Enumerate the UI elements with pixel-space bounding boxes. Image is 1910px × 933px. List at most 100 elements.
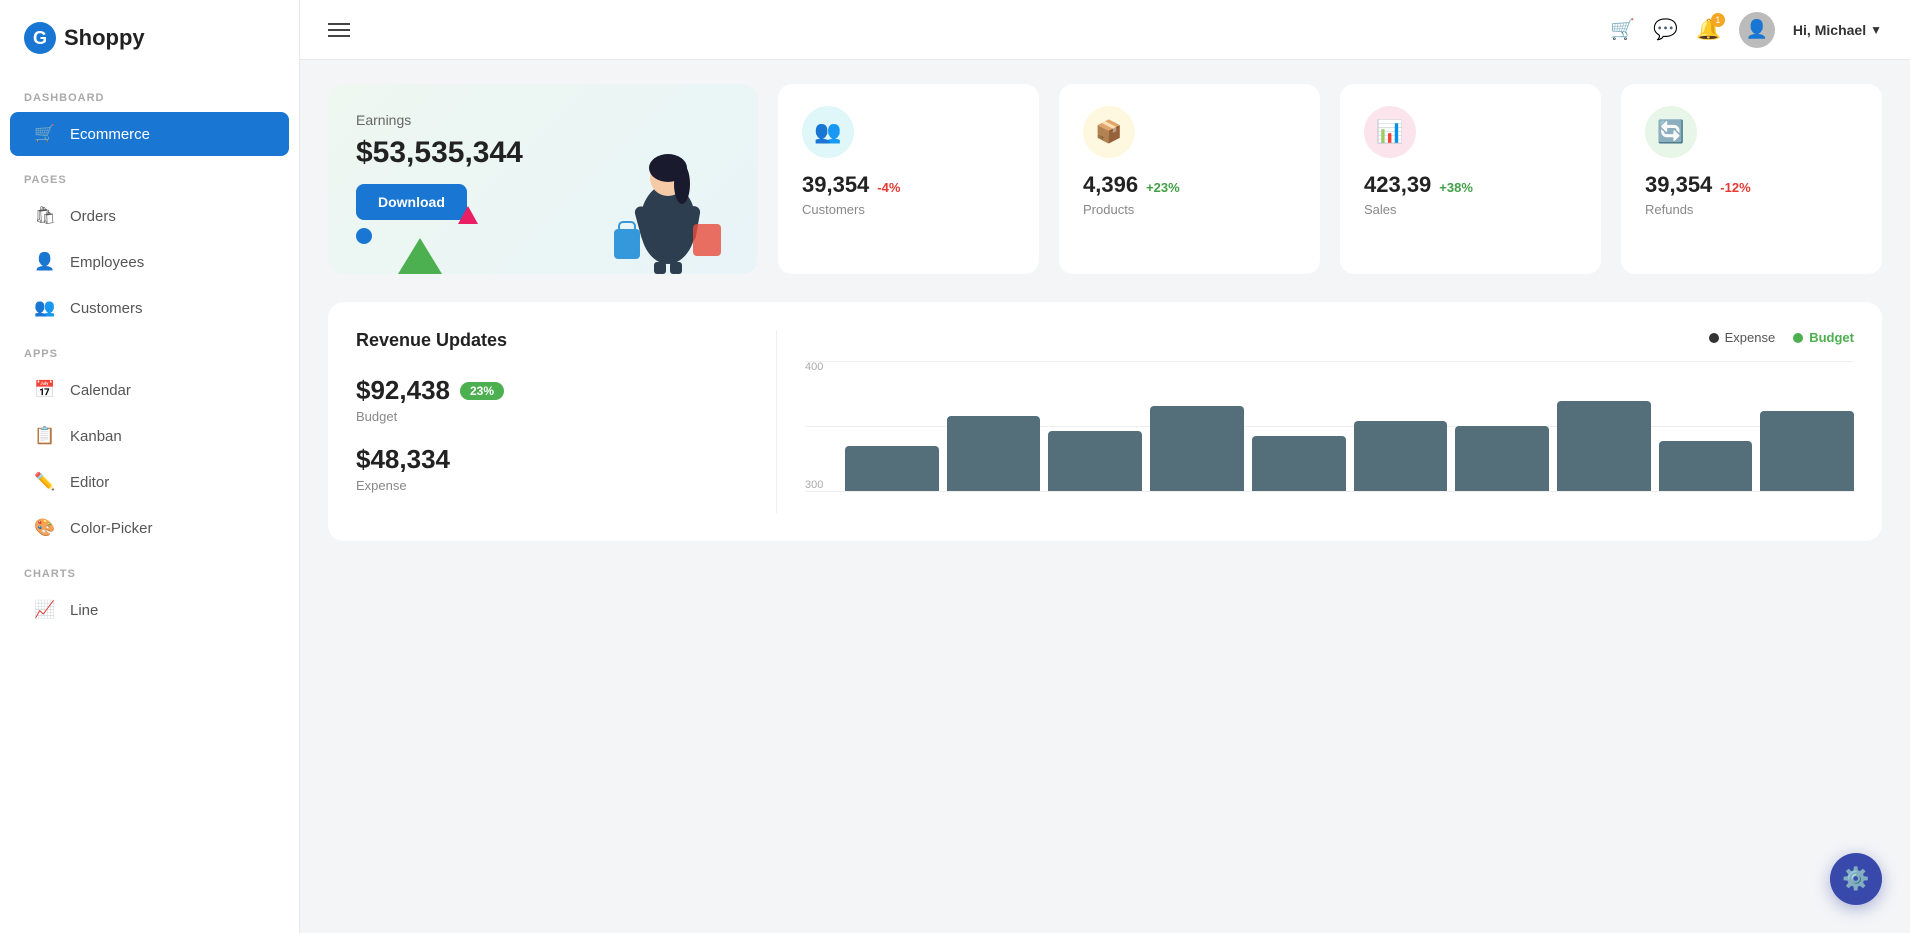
expense-name: Expense — [356, 478, 776, 493]
expense-dot — [1709, 333, 1719, 343]
bar-1 — [947, 416, 1041, 491]
customers-icon-circle: 👥 — [802, 106, 854, 158]
budget-badge: 23% — [460, 382, 504, 400]
stat-card-sales: 📊 423,39 +38% Sales — [1340, 84, 1601, 274]
grid-line-bottom — [805, 491, 1854, 492]
hamburger-button[interactable] — [328, 23, 350, 37]
content-area: Earnings $53,535,344 Download — [300, 60, 1910, 933]
chart-legend: Expense Budget — [805, 330, 1854, 345]
y-label-300: 300 — [805, 479, 823, 491]
sidebar-label-orders: Orders — [70, 208, 116, 225]
bar-0 — [845, 446, 939, 491]
bar-4 — [1252, 436, 1346, 491]
revenue-left: Revenue Updates $92,438 23% Budget $48,3… — [356, 330, 776, 513]
refunds-change: -12% — [1720, 180, 1750, 195]
customers-change: -4% — [877, 180, 900, 195]
earnings-label: Earnings — [356, 112, 730, 128]
bar-7 — [1557, 401, 1651, 491]
bar-6 — [1455, 426, 1549, 491]
sidebar-item-color-picker[interactable]: 🎨 Color-Picker — [10, 506, 289, 550]
sidebar-item-employees[interactable]: 👤 Employees — [10, 240, 289, 284]
calendar-icon: 📅 — [34, 380, 56, 400]
y-label-400: 400 — [805, 361, 823, 373]
products-value: 4,396 — [1083, 172, 1138, 198]
settings-fab[interactable]: ⚙️ — [1830, 853, 1882, 905]
sidebar: G Shoppy DASHBOARD 🛒 Ecommerce PAGES 🛍 Orders… — [0, 0, 300, 933]
sidebar-section-dashboard: DASHBOARD — [0, 76, 299, 110]
sidebar-label-color-picker: Color-Picker — [70, 520, 153, 537]
refunds-icon-circle: 🔄 — [1645, 106, 1697, 158]
customers-icon: 👥 — [814, 119, 841, 145]
sales-change: +38% — [1439, 180, 1473, 195]
refunds-icon: 🔄 — [1657, 119, 1684, 145]
sidebar-item-ecommerce[interactable]: 🛒 Ecommerce — [10, 112, 289, 156]
sidebar-label-employees: Employees — [70, 254, 144, 271]
legend-budget: Budget — [1793, 330, 1854, 345]
revenue-right: Expense Budget 400 300 — [776, 330, 1854, 513]
logo-text: Shoppy — [64, 25, 145, 51]
sidebar-item-kanban[interactable]: 📋 Kanban — [10, 414, 289, 458]
avatar[interactable]: 👤 — [1739, 12, 1775, 48]
expense-value: $48,334 — [356, 444, 776, 475]
color-picker-icon: 🎨 — [34, 518, 56, 538]
editor-icon: ✏️ — [34, 472, 56, 492]
refunds-label: Refunds — [1645, 202, 1693, 217]
notification-icon[interactable]: 🔔 1 — [1696, 17, 1721, 42]
stat-card-products: 📦 4,396 +23% Products — [1059, 84, 1320, 274]
chat-icon[interactable]: 💬 — [1653, 17, 1678, 42]
bar-chart-area: 400 300 — [805, 361, 1854, 491]
cards-row: Earnings $53,535,344 Download — [328, 84, 1882, 274]
kanban-icon: 📋 — [34, 426, 56, 446]
logo-icon: G — [24, 22, 56, 54]
sidebar-section-pages: PAGES — [0, 158, 299, 192]
refunds-value: 39,354 — [1645, 172, 1712, 198]
main-area: 🛒 💬 🔔 1 👤 Hi, Michael ▼ Earnings $53,535… — [300, 0, 1910, 933]
sidebar-label-editor: Editor — [70, 474, 109, 491]
sidebar-label-kanban: Kanban — [70, 428, 122, 445]
grid-line-top — [805, 361, 1854, 362]
customers-value: 39,354 — [802, 172, 869, 198]
customers-label: Customers — [802, 202, 865, 217]
deco-circle — [356, 228, 372, 244]
user-dropdown-icon[interactable]: ▼ — [1870, 23, 1882, 37]
notification-badge: 1 — [1711, 13, 1725, 27]
bar-8 — [1659, 441, 1753, 491]
bar-3 — [1150, 406, 1244, 491]
bar-5 — [1354, 421, 1448, 491]
sidebar-item-calendar[interactable]: 📅Calendar — [10, 368, 289, 412]
employees-icon: 👤 — [34, 252, 56, 272]
products-icon: 📦 — [1095, 119, 1122, 145]
revenue-item-expense: $48,334 Expense — [356, 444, 776, 493]
sales-icon-circle: 📊 — [1364, 106, 1416, 158]
products-label: Products — [1083, 202, 1134, 217]
sidebar-item-editor[interactable]: ✏️ Editor — [10, 460, 289, 504]
sales-icon: 📊 — [1376, 119, 1403, 145]
sidebar-item-line[interactable]: 📈Line — [10, 588, 289, 632]
products-change: +23% — [1146, 180, 1180, 195]
budget-name: Budget — [356, 409, 776, 424]
ecommerce-icon: 🛒 — [34, 124, 56, 144]
sidebar-section-apps: APPS — [0, 332, 299, 366]
topbar-left — [328, 23, 350, 37]
sidebar-label-ecommerce: Ecommerce — [70, 126, 150, 143]
bar-9 — [1760, 411, 1854, 491]
stat-card-customers: 👥 39,354 -4% Customers — [778, 84, 1039, 274]
products-row: 4,396 +23% — [1083, 172, 1180, 198]
sidebar-item-customers[interactable]: 👥Customers — [10, 286, 289, 330]
revenue-section: Revenue Updates $92,438 23% Budget $48,3… — [328, 302, 1882, 541]
products-icon-circle: 📦 — [1083, 106, 1135, 158]
bar-chart — [845, 371, 1854, 491]
settings-icon: ⚙️ — [1842, 866, 1869, 892]
legend-expense: Expense — [1709, 330, 1776, 345]
sidebar-section-charts: CHARTS — [0, 552, 299, 586]
sales-label: Sales — [1364, 202, 1397, 217]
sidebar-item-orders[interactable]: 🛍 Orders — [10, 194, 289, 238]
download-button[interactable]: Download — [356, 184, 467, 220]
orders-icon: 🛍 — [34, 206, 56, 226]
topbar-right: 🛒 💬 🔔 1 👤 Hi, Michael ▼ — [1610, 12, 1882, 48]
budget-dot — [1793, 333, 1803, 343]
bar-2 — [1048, 431, 1142, 491]
cart-icon[interactable]: 🛒 — [1610, 17, 1635, 42]
deco-triangle-green — [398, 238, 442, 274]
logo[interactable]: G Shoppy — [0, 0, 299, 76]
